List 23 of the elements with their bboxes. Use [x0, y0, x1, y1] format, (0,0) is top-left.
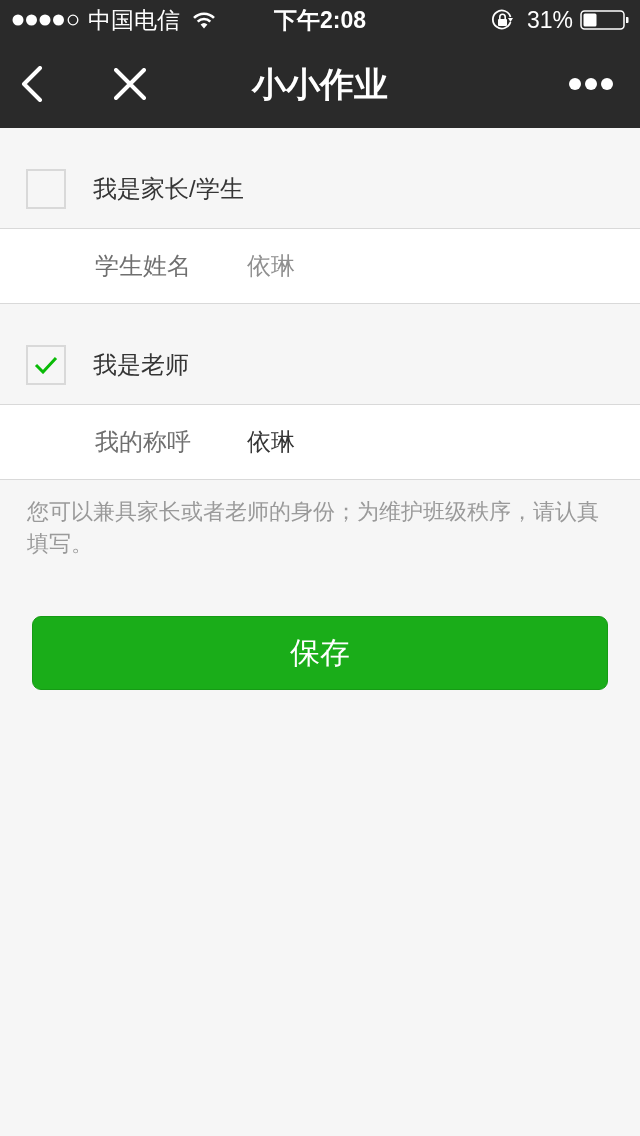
carrier-name: 中国电信: [88, 8, 180, 32]
checkbox[interactable]: [26, 169, 66, 209]
wifi-icon: [192, 11, 216, 29]
name-input[interactable]: 依琳: [247, 422, 620, 462]
battery-icon: [580, 10, 629, 30]
status-time: 下午2:08: [273, 8, 366, 32]
battery-percent: 31%: [526, 8, 573, 32]
name-field[interactable]: 我的称呼 依琳: [0, 404, 640, 480]
role-label[interactable]: 我是家长/学生: [93, 177, 244, 201]
hint-text: 您可以兼具家长或者老师的身份；为维护班级秩序，请认真填写。: [26, 498, 600, 558]
field-label: 我的称呼: [95, 430, 192, 454]
signal-icon: [12, 14, 80, 26]
name-field[interactable]: 学生姓名 依琳: [0, 228, 640, 304]
page-title: 小小作业: [252, 67, 388, 101]
back-icon[interactable]: [21, 66, 43, 102]
check-icon: [34, 356, 58, 374]
rotation-lock-icon: [490, 9, 514, 31]
role-label[interactable]: 我是老师: [93, 353, 189, 377]
field-label: 学生姓名: [95, 254, 192, 278]
name-input[interactable]: 依琳: [247, 246, 620, 286]
checkbox[interactable]: [26, 345, 66, 385]
close-icon[interactable]: [114, 68, 146, 100]
more-icon[interactable]: [569, 78, 613, 90]
